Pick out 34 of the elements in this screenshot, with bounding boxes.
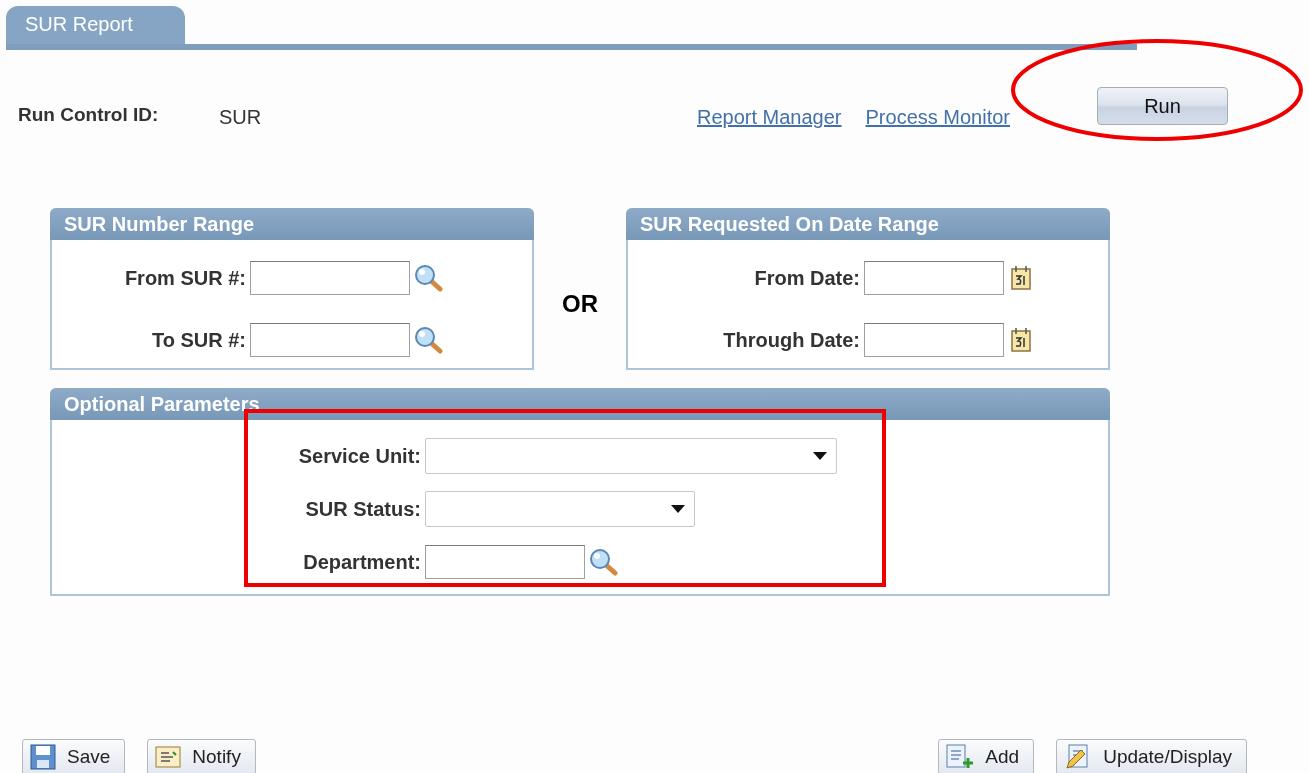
calendar-icon[interactable] bbox=[1008, 326, 1034, 354]
field-label: SUR Status: bbox=[304, 497, 421, 521]
field-value: SUR bbox=[219, 104, 263, 129]
field-label: To SUR #: bbox=[150, 328, 246, 352]
add-document-icon bbox=[945, 744, 976, 770]
field-label: Run Control ID: bbox=[18, 103, 160, 126]
field-label: Service Unit: bbox=[297, 444, 421, 468]
toolbar-button[interactable]: Notify bbox=[147, 739, 256, 773]
text-field[interactable] bbox=[250, 261, 410, 295]
search-icon[interactable] bbox=[414, 326, 444, 354]
date-field[interactable] bbox=[864, 323, 1004, 357]
toolbar-button[interactable]: Save bbox=[22, 739, 126, 773]
caret-icon bbox=[670, 504, 686, 514]
toolbar-button[interactable]: Update/Display bbox=[1056, 739, 1247, 773]
caret-icon bbox=[812, 451, 828, 461]
group-box-title: SUR Requested On Date Range bbox=[626, 208, 1110, 240]
run-button[interactable]: Run bbox=[1097, 87, 1228, 125]
calendar-icon[interactable] bbox=[1008, 264, 1034, 292]
group-box-title: SUR Number Range bbox=[50, 208, 534, 240]
toolbar-button[interactable]: Add bbox=[938, 739, 1035, 773]
search-icon[interactable] bbox=[414, 264, 444, 292]
text-field[interactable] bbox=[425, 545, 585, 579]
separator-text: OR bbox=[561, 289, 599, 318]
note-icon bbox=[154, 744, 183, 770]
field-label: From SUR #: bbox=[123, 266, 246, 290]
field-label: From Date: bbox=[753, 266, 860, 290]
field-label: Through Date: bbox=[722, 328, 860, 352]
field-label: Department: bbox=[302, 550, 421, 574]
date-field[interactable] bbox=[864, 261, 1004, 295]
group-box-title: Optional Parameters bbox=[50, 388, 1110, 420]
link[interactable]: Process Monitor bbox=[865, 83, 1011, 129]
text-field[interactable] bbox=[250, 323, 410, 357]
link[interactable]: Report Manager bbox=[697, 83, 842, 129]
search-icon[interactable] bbox=[589, 548, 619, 576]
